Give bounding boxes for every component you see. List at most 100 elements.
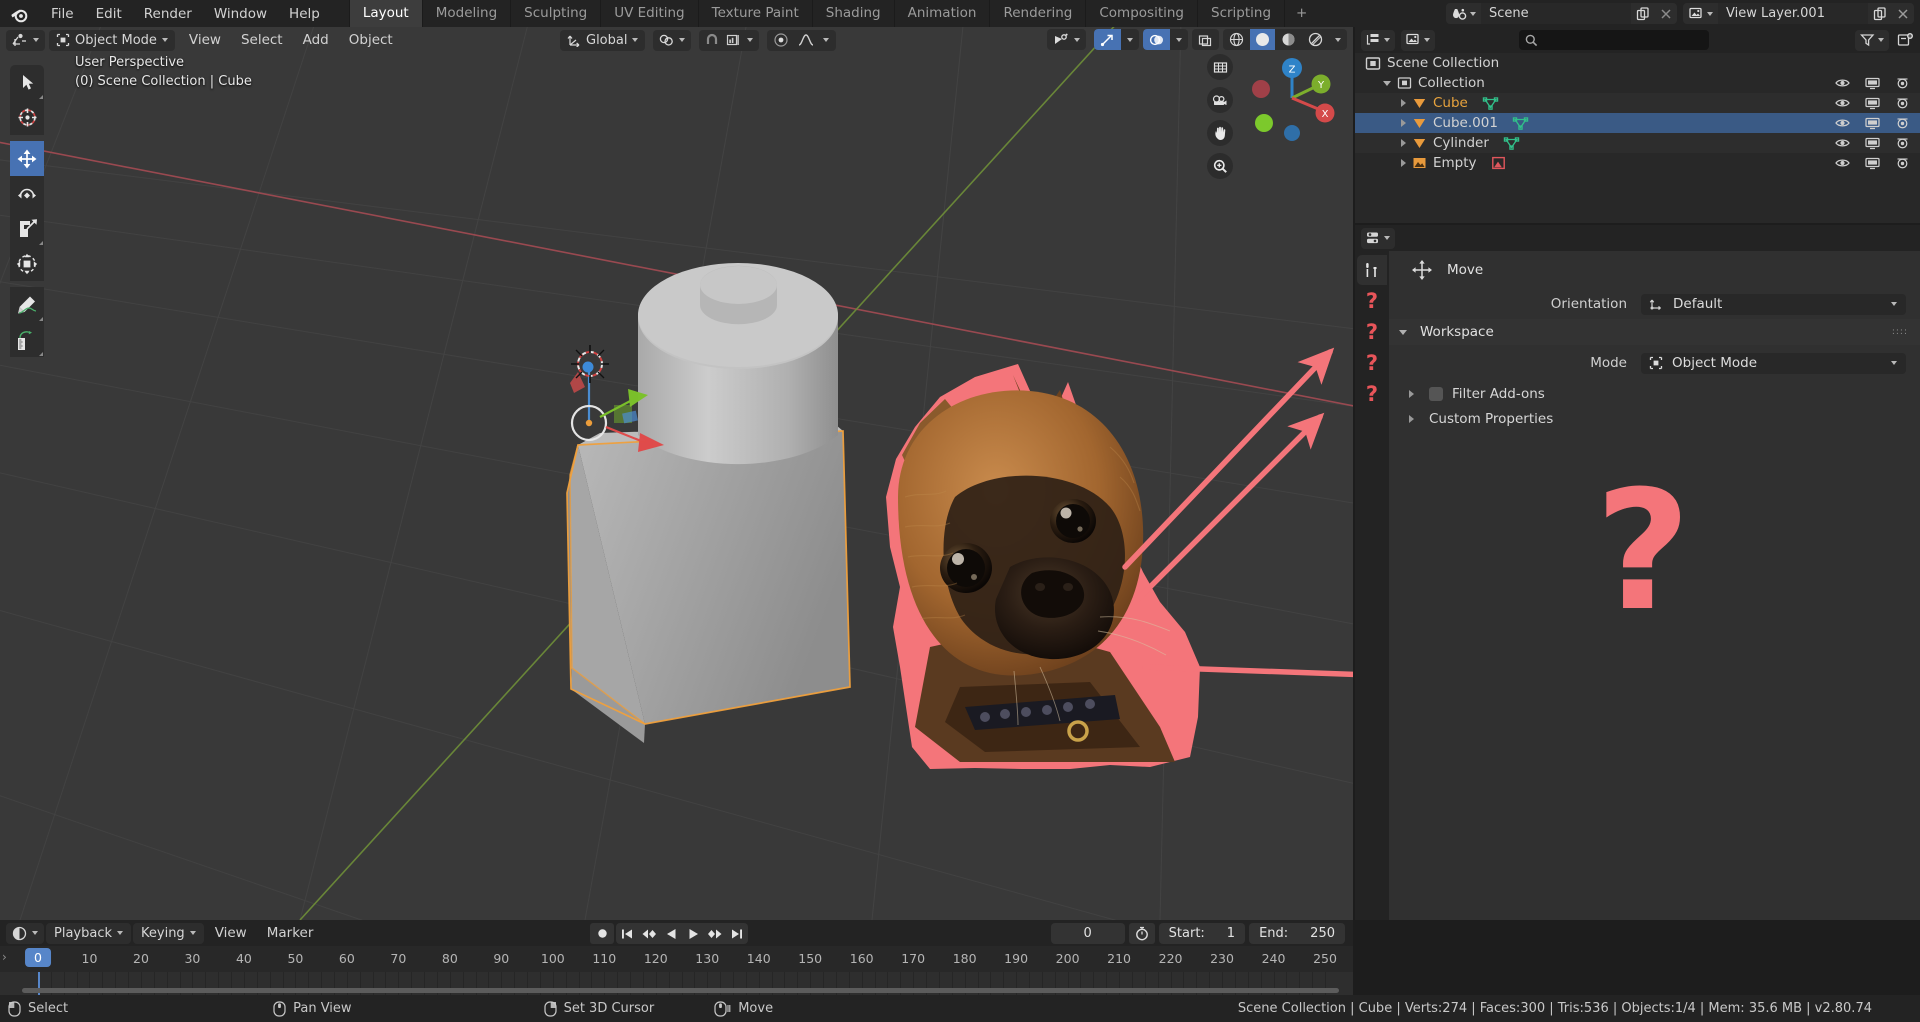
play-icon[interactable] — [682, 923, 704, 944]
zoom-magnifier-icon[interactable] — [1207, 153, 1233, 179]
custom-properties-row[interactable]: Custom Properties — [1389, 406, 1920, 431]
next-keyframe-icon[interactable] — [704, 923, 726, 944]
outliner-row-cylinder[interactable]: Cylinder — [1355, 133, 1920, 153]
cursor-tool[interactable] — [10, 100, 44, 135]
viewport-menu-object[interactable]: Object — [339, 29, 403, 51]
search-input[interactable] — [1519, 30, 1709, 50]
camera-disable-render-icon[interactable] — [1895, 157, 1910, 170]
camera-disable-render-icon[interactable] — [1895, 97, 1910, 110]
properties-editor-icon[interactable] — [1361, 227, 1395, 249]
chevron-right-icon[interactable] — [1401, 159, 1406, 167]
camera-disable-render-icon[interactable] — [1895, 117, 1910, 130]
monitor-disable-viewport-icon[interactable] — [1865, 77, 1880, 90]
camera-disable-render-icon[interactable] — [1895, 137, 1910, 150]
pan-hand-icon[interactable] — [1207, 120, 1233, 146]
gizmo-toggle-group[interactable] — [1094, 29, 1139, 50]
remove-view-layer-button[interactable] — [1891, 3, 1914, 24]
missing-tab-3[interactable]: ? — [1357, 348, 1387, 378]
image-data-icon[interactable] — [1491, 156, 1506, 170]
workspace-tab-shading[interactable]: Shading — [811, 0, 894, 27]
navigation-gizmo[interactable]: Z Y X — [1247, 53, 1337, 143]
filter-addons-checkbox[interactable] — [1429, 386, 1443, 401]
timeline-menu-view[interactable]: View — [206, 922, 256, 944]
timeline-scrollbar[interactable] — [22, 988, 1339, 993]
camera-view-icon[interactable] — [1207, 87, 1233, 113]
gizmo-icon[interactable] — [1094, 29, 1121, 50]
eye-visibility-icon[interactable] — [1835, 77, 1850, 89]
outliner-filter-type-icon[interactable] — [1401, 29, 1435, 51]
chevron-down-icon[interactable] — [1383, 80, 1391, 86]
outliner-editor[interactable]: Scene Collection Collection Cube Cube.001 Cy… — [1355, 27, 1920, 223]
jump-end-icon[interactable] — [726, 923, 748, 944]
scale-tool[interactable] — [10, 211, 44, 246]
blender-logo-icon[interactable] — [8, 3, 30, 25]
filter-funnel-icon[interactable] — [1855, 29, 1889, 51]
new-view-layer-button[interactable] — [1868, 3, 1891, 24]
workspace-tab-modeling[interactable]: Modeling — [421, 0, 510, 27]
play-reverse-icon[interactable] — [660, 923, 682, 944]
snap-controls[interactable] — [699, 29, 760, 51]
timeline-editor[interactable]: Playback Keying View Marker 0 Start: 1 E… — [0, 920, 1353, 995]
mesh-data-icon[interactable] — [1482, 96, 1499, 111]
start-frame-field[interactable]: Start: 1 — [1158, 923, 1246, 944]
monitor-disable-viewport-icon[interactable] — [1865, 137, 1880, 150]
timeline-playhead[interactable]: 0 — [25, 948, 51, 967]
timeline-menu-marker[interactable]: Marker — [258, 922, 323, 944]
shading-mode-group[interactable] — [1223, 29, 1347, 50]
workspace-tab--[interactable]: + — [1284, 0, 1318, 27]
measure-tool[interactable] — [10, 322, 44, 357]
proportional-edit-controls[interactable] — [767, 29, 837, 51]
timeline-ruler[interactable]: 0 10 20 30 40 50 60 70 80 90 100 110 120 130 140 150 160… — [0, 946, 1353, 972]
view-layer-selector[interactable]: View Layer.001 — [1683, 3, 1914, 24]
chevron-right-icon[interactable] — [1401, 139, 1406, 147]
view-layer-name-field[interactable]: View Layer.001 — [1718, 3, 1868, 24]
menu-edit[interactable]: Edit — [85, 3, 133, 25]
missing-tab-1[interactable]: ? — [1357, 286, 1387, 316]
eye-visibility-icon[interactable] — [1835, 137, 1850, 149]
tool-tab[interactable] — [1357, 255, 1387, 285]
outliner-row-empty[interactable]: Empty — [1355, 153, 1920, 173]
mode-select[interactable]: Object Mode — [1641, 352, 1906, 374]
select-box-tool[interactable] — [10, 65, 44, 100]
overlays-toggle-group[interactable] — [1143, 29, 1188, 50]
xray-toggle[interactable] — [1192, 29, 1219, 50]
snap-magnet-icon[interactable] — [705, 33, 719, 47]
gizmo-dropdown[interactable] — [1121, 29, 1139, 50]
scene-name-field[interactable]: Scene — [1481, 3, 1631, 24]
monitor-disable-viewport-icon[interactable] — [1865, 97, 1880, 110]
scene-selector[interactable]: Scene — [1446, 3, 1677, 24]
proportional-edit-icon[interactable] — [774, 33, 789, 47]
mesh-data-icon[interactable] — [1512, 116, 1529, 131]
outliner-row-collection[interactable]: Collection — [1355, 73, 1920, 93]
properties-editor[interactable]: ???? Move Orientation Default Workspace … — [1355, 225, 1920, 920]
scene-icon[interactable] — [1446, 3, 1481, 24]
transport-buttons[interactable] — [616, 923, 748, 944]
record-keyframe-icon[interactable] — [590, 923, 614, 944]
solid-shading-icon[interactable] — [1250, 29, 1275, 50]
chevron-right-icon[interactable] — [1401, 99, 1406, 107]
menu-help[interactable]: Help — [278, 3, 331, 25]
object-mode-selector[interactable]: Object Mode — [49, 29, 175, 51]
eye-visibility-icon[interactable] — [1835, 97, 1850, 109]
timeline-menu-keying[interactable]: Keying — [133, 922, 204, 944]
menu-render[interactable]: Render — [133, 3, 203, 25]
timeline-menu-playback[interactable]: Playback — [46, 922, 132, 944]
rotate-tool[interactable] — [10, 176, 44, 211]
workspace-tab-compositing[interactable]: Compositing — [1085, 0, 1197, 27]
shading-dropdown[interactable] — [1329, 29, 1347, 50]
transform-tool[interactable] — [10, 246, 44, 281]
outliner-display-mode-icon[interactable] — [1361, 29, 1395, 51]
missing-tab-4[interactable]: ? — [1357, 379, 1387, 409]
move-tool[interactable] — [10, 141, 44, 176]
tool-expand-corner[interactable] — [39, 317, 43, 321]
3d-viewport[interactable]: Object Mode View Select Add Object Global — [0, 27, 1353, 920]
object-visibility-selector[interactable] — [1047, 29, 1086, 50]
workspace-tab-uv-editing[interactable]: UV Editing — [600, 0, 697, 27]
workspace-tab-layout[interactable]: Layout — [348, 0, 422, 27]
tool-expand-corner[interactable] — [39, 352, 43, 356]
timeline-track[interactable] — [0, 972, 1353, 995]
new-collection-icon[interactable] — [1897, 32, 1914, 48]
use-preview-range-icon[interactable] — [1128, 923, 1155, 944]
properties-tab-column[interactable]: ???? — [1355, 251, 1389, 920]
monitor-disable-viewport-icon[interactable] — [1865, 157, 1880, 170]
